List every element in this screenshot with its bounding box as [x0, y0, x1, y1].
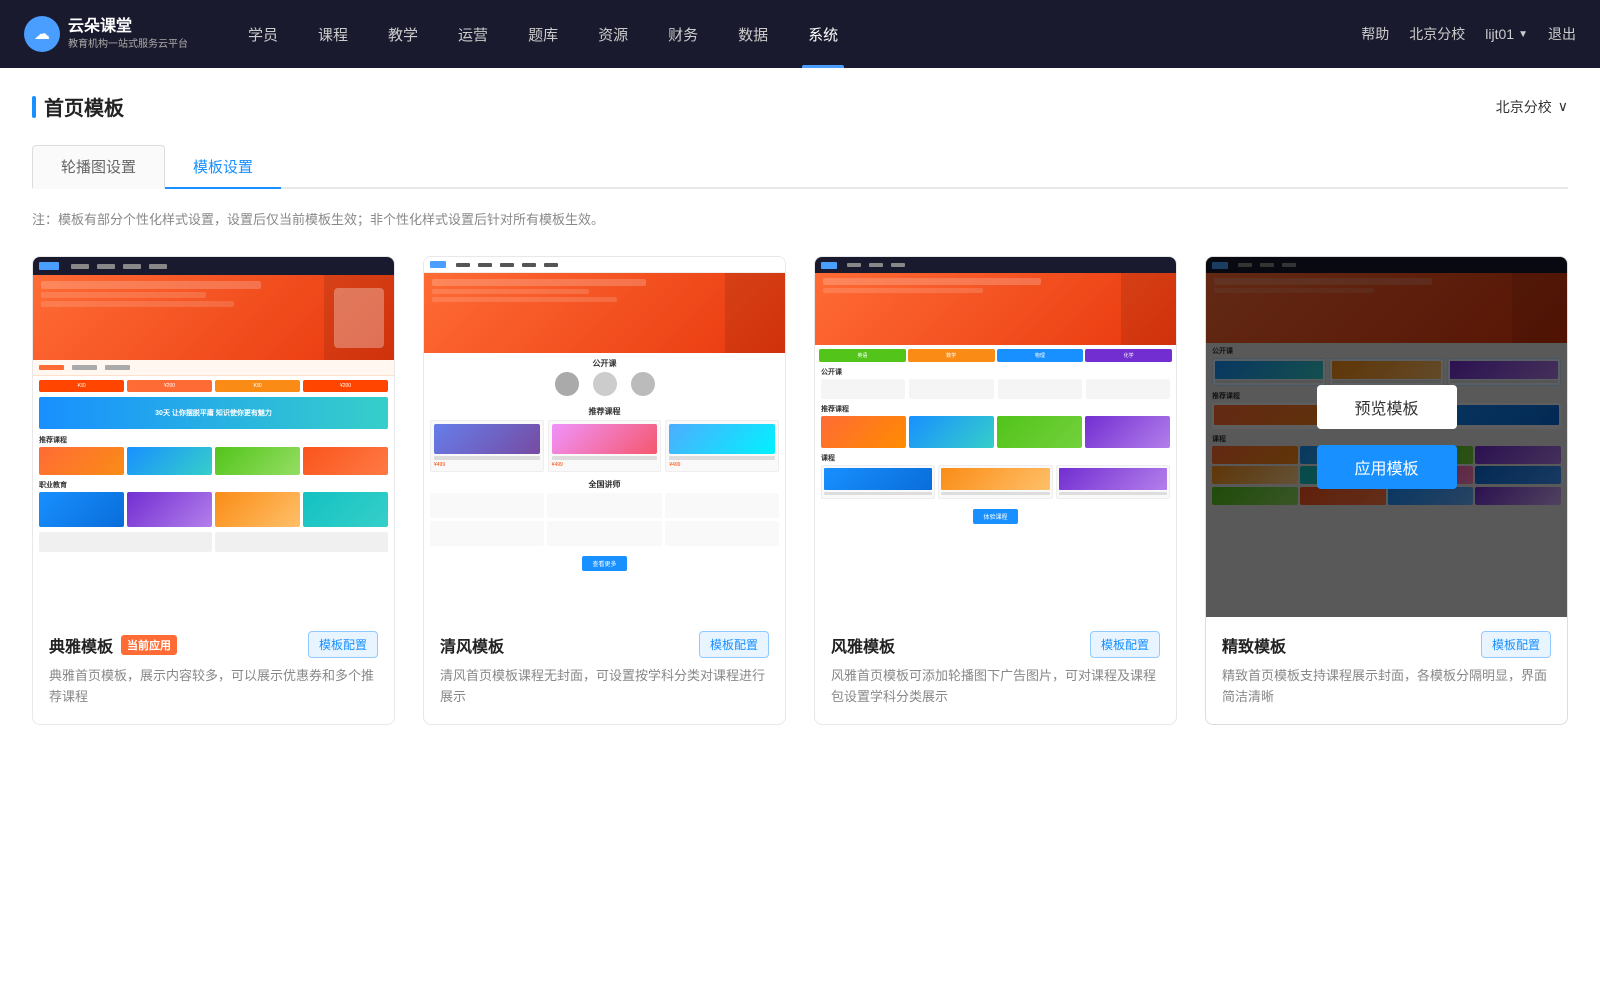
page-content: 首页模板 北京分校 ∨ 轮播图设置 模板设置 注：模板有部分个性化样式设置，设置…	[0, 68, 1600, 990]
page-title-area: 首页模板	[32, 92, 124, 121]
template-card-qingfeng: 公开课	[423, 256, 786, 725]
template-name-jingzhi: 精致模板	[1222, 633, 1286, 657]
page-header: 首页模板 北京分校 ∨	[32, 92, 1568, 121]
config-button-jingzhi[interactable]: 模板配置	[1481, 631, 1551, 658]
title-accent-bar	[32, 96, 36, 118]
config-button-fengya[interactable]: 模板配置	[1090, 631, 1160, 658]
template-card-dianyan: ¥30 ¥200 ¥30 ¥200 30天 让你摆脱平庸 知识使你更有魅力 推荐…	[32, 256, 395, 725]
nav-item-students[interactable]: 学员	[228, 0, 298, 68]
template-name-row-jingzhi: 精致模板 模板配置	[1222, 631, 1551, 658]
nav-item-courses[interactable]: 课程	[298, 0, 368, 68]
nav-item-operations[interactable]: 运营	[438, 0, 508, 68]
template-preview-qingfeng[interactable]: 公开课	[424, 257, 785, 617]
template-info-dianyan: 典雅模板 当前应用 模板配置 典雅首页模板，展示内容较多，可以展示优惠券和多个推…	[33, 617, 394, 724]
tab-carousel[interactable]: 轮播图设置	[32, 145, 165, 189]
template-desc-qingfeng: 清风首页模板课程无封面，可设置按学科分类对课程进行展示	[440, 666, 769, 708]
template-desc-jingzhi: 精致首页模板支持课程展示封面，各模板分隔明显，界面简洁清晰	[1222, 666, 1551, 708]
template-desc-fengya: 风雅首页模板可添加轮播图下广告图片，可对课程及课程包设置学科分类展示	[831, 666, 1160, 708]
template-card-fengya: 英语 数学 物理 化学 公开课 推荐课程	[814, 256, 1177, 725]
current-badge: 当前应用	[121, 635, 177, 655]
template-name-fengya: 风雅模板	[831, 633, 895, 657]
logo-icon: ☁	[24, 16, 60, 52]
nav-items: 学员 课程 教学 运营 题库 资源 财务 数据 系统	[228, 0, 1361, 68]
template-card-jingzhi: 公开课	[1205, 256, 1568, 725]
template-info-fengya: 风雅模板 模板配置 风雅首页模板可添加轮播图下广告图片，可对课程及课程包设置学科…	[815, 617, 1176, 724]
branch-dropdown-icon: ∨	[1558, 98, 1568, 115]
apply-button-jingzhi[interactable]: 应用模板	[1317, 445, 1457, 489]
nav-right: 帮助 北京分校 lijt01 ▼ 退出	[1361, 24, 1576, 44]
nav-item-resources[interactable]: 资源	[578, 0, 648, 68]
template-desc-dianyan: 典雅首页模板，展示内容较多，可以展示优惠券和多个推荐课程	[49, 666, 378, 708]
nav-item-questions[interactable]: 题库	[508, 0, 578, 68]
template-name-row-fengya: 风雅模板 模板配置	[831, 631, 1160, 658]
top-navigation: ☁ 云朵课堂 教育机构一站式服务云平台 学员 课程 教学 运营 题库 资源 财务…	[0, 0, 1600, 68]
logo[interactable]: ☁ 云朵课堂 教育机构一站式服务云平台	[24, 16, 188, 52]
tabs-row: 轮播图设置 模板设置	[32, 145, 1568, 189]
template-name-row-qingfeng: 清风模板 模板配置	[440, 631, 769, 658]
nav-logout[interactable]: 退出	[1548, 24, 1576, 44]
logo-text: 云朵课堂 教育机构一站式服务云平台	[68, 17, 188, 51]
template-name: 典雅模板 当前应用	[49, 633, 177, 657]
template-preview-jingzhi[interactable]: 公开课	[1206, 257, 1567, 617]
template-name-qingfeng: 清风模板	[440, 633, 504, 657]
tab-template[interactable]: 模板设置	[165, 145, 281, 189]
username: lijt01	[1485, 26, 1514, 42]
templates-grid: ¥30 ¥200 ¥30 ¥200 30天 让你摆脱平庸 知识使你更有魅力 推荐…	[32, 256, 1568, 725]
user-dropdown[interactable]: lijt01 ▼	[1485, 26, 1528, 42]
template-overlay-jingzhi: 预览模板 应用模板	[1206, 257, 1567, 617]
nav-item-finance[interactable]: 财务	[648, 0, 718, 68]
nav-item-data[interactable]: 数据	[718, 0, 788, 68]
branch-selector[interactable]: 北京分校 ∨	[1496, 97, 1568, 117]
template-name-row: 典雅模板 当前应用 模板配置	[49, 631, 378, 658]
notice-text: 注：模板有部分个性化样式设置，设置后仅当前模板生效；非个性化样式设置后针对所有模…	[32, 209, 1568, 228]
template-info-jingzhi: 精致模板 模板配置 精致首页模板支持课程展示封面，各模板分隔明显，界面简洁清晰	[1206, 617, 1567, 724]
nav-item-system[interactable]: 系统	[788, 0, 858, 68]
template-preview-dianyan[interactable]: ¥30 ¥200 ¥30 ¥200 30天 让你摆脱平庸 知识使你更有魅力 推荐…	[33, 257, 394, 617]
nav-item-teaching[interactable]: 教学	[368, 0, 438, 68]
config-button-qingfeng[interactable]: 模板配置	[699, 631, 769, 658]
preview-button-jingzhi[interactable]: 预览模板	[1317, 385, 1457, 429]
config-button-dianyan[interactable]: 模板配置	[308, 631, 378, 658]
dropdown-arrow-icon: ▼	[1518, 29, 1528, 40]
template-info-qingfeng: 清风模板 模板配置 清风首页模板课程无封面，可设置按学科分类对课程进行展示	[424, 617, 785, 724]
page-title: 首页模板	[44, 92, 124, 121]
nav-help[interactable]: 帮助	[1361, 24, 1389, 44]
template-preview-fengya[interactable]: 英语 数学 物理 化学 公开课 推荐课程	[815, 257, 1176, 617]
nav-branch[interactable]: 北京分校	[1409, 24, 1465, 44]
